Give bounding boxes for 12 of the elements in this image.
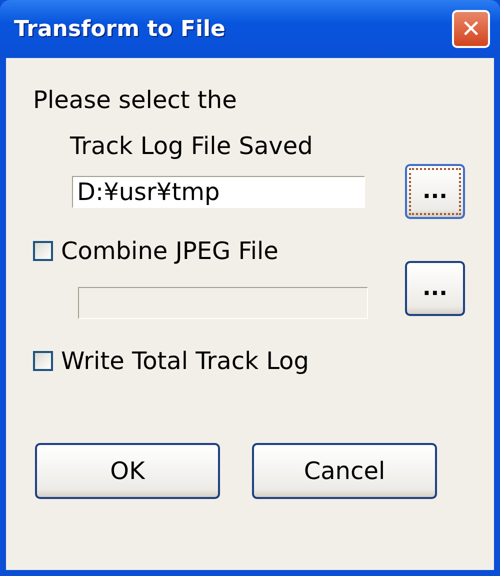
directory-field[interactable]: D:¥usr¥tmp [72,176,365,208]
browse-button[interactable]: ... [405,260,465,316]
checkbox-label[interactable]: Combine JPEG File [61,237,278,265]
browse-button[interactable]: ... [405,164,465,219]
checkbox[interactable] [33,241,53,261]
prompt-text: Please select the [33,86,238,114]
checkbox[interactable] [33,351,53,371]
prompt-text: Track Log File Saved [70,132,314,160]
dialog-button[interactable]: OK [35,443,220,499]
dialog-button[interactable]: Cancel [252,443,437,499]
window-title: Transform to File [14,16,226,42]
checkbox-label[interactable]: Write Total Track Log [61,347,309,375]
